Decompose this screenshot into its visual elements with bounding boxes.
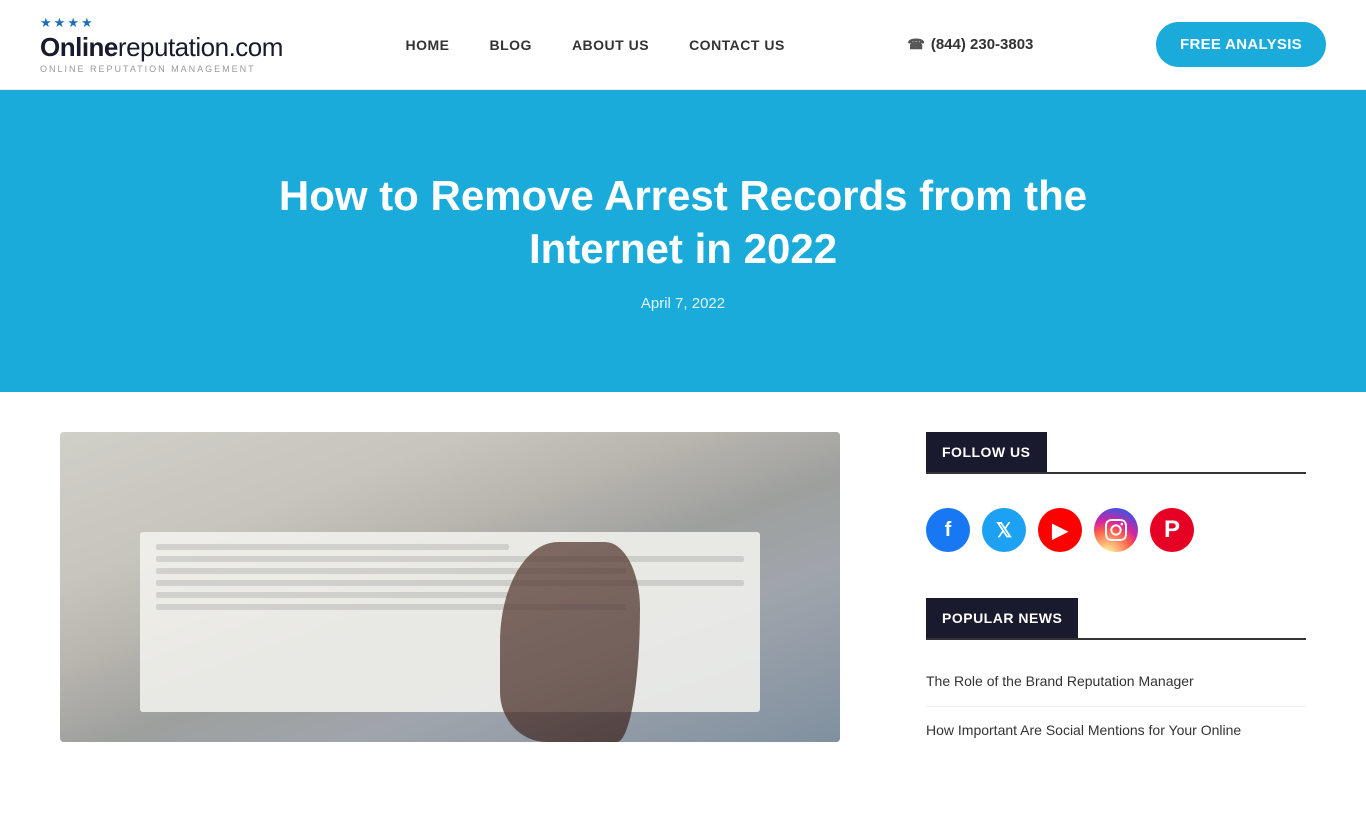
hand-simulation (500, 542, 640, 742)
follow-us-heading: FOLLOW US (926, 432, 1047, 472)
popular-news-section: POPULAR NEWS The Role of the Brand Reput… (926, 598, 1306, 754)
popular-news-list: The Role of the Brand Reputation Manager… (926, 658, 1306, 754)
nav-home[interactable]: HOME (405, 37, 449, 53)
popular-news-item-0[interactable]: The Role of the Brand Reputation Manager (926, 658, 1306, 707)
nav-blog[interactable]: BLOG (489, 37, 531, 53)
follow-us-divider (926, 472, 1306, 474)
logo-text: Onlinereputation.com (40, 33, 283, 62)
follow-us-section: FOLLOW US f 𝕏 ▶ P (926, 432, 1306, 568)
popular-news-heading: POPULAR NEWS (926, 598, 1078, 638)
article-image (60, 432, 840, 742)
logo-online: Online (40, 32, 118, 62)
logo[interactable]: ★ ★ ★ ★ Onlinereputation.com ONLINE REPU… (40, 15, 283, 74)
document-simulation (140, 532, 760, 712)
free-analysis-button[interactable]: FREE ANALYSIS (1156, 22, 1326, 67)
main-nav: HOME BLOG ABOUT US CONTACT US (405, 37, 784, 53)
logo-dotcom: .com (229, 32, 283, 62)
social-youtube-icon[interactable]: ▶ (1038, 508, 1082, 552)
nav-contact[interactable]: CONTACT US (689, 37, 785, 53)
logo-reputation: reputation (118, 32, 229, 62)
popular-news-divider (926, 638, 1306, 640)
hero-section: How to Remove Arrest Records from the In… (0, 90, 1366, 392)
social-facebook-icon[interactable]: f (926, 508, 970, 552)
phone-icon: ☎ (907, 36, 924, 53)
doc-line-2 (156, 556, 744, 562)
hero-date: April 7, 2022 (641, 295, 725, 312)
social-twitter-icon[interactable]: 𝕏 (982, 508, 1026, 552)
phone-text: (844) 230-3803 (931, 36, 1034, 53)
phone-number[interactable]: ☎ (844) 230-3803 (907, 36, 1033, 53)
social-instagram-icon[interactable] (1094, 508, 1138, 552)
main-content: FOLLOW US f 𝕏 ▶ P POPULAR NEWS The Role … (0, 392, 1366, 824)
hero-title: How to Remove Arrest Records from the In… (253, 170, 1113, 275)
article-image-inner (60, 432, 840, 742)
sidebar: FOLLOW US f 𝕏 ▶ P POPULAR NEWS The Role … (926, 432, 1306, 784)
doc-line-4 (156, 580, 744, 586)
doc-line-5 (156, 592, 509, 598)
logo-tagline: ONLINE REPUTATION MANAGEMENT (40, 64, 283, 74)
popular-news-item-1[interactable]: How Important Are Social Mentions for Yo… (926, 707, 1306, 755)
nav-about[interactable]: ABOUT US (572, 37, 649, 53)
article-section (60, 432, 886, 784)
logo-stars: ★ ★ ★ ★ (40, 15, 283, 31)
social-pinterest-icon[interactable]: P (1150, 508, 1194, 552)
doc-line-1 (156, 544, 509, 550)
site-header: ★ ★ ★ ★ Onlinereputation.com ONLINE REPU… (0, 0, 1366, 90)
social-icons: f 𝕏 ▶ P (926, 492, 1306, 568)
